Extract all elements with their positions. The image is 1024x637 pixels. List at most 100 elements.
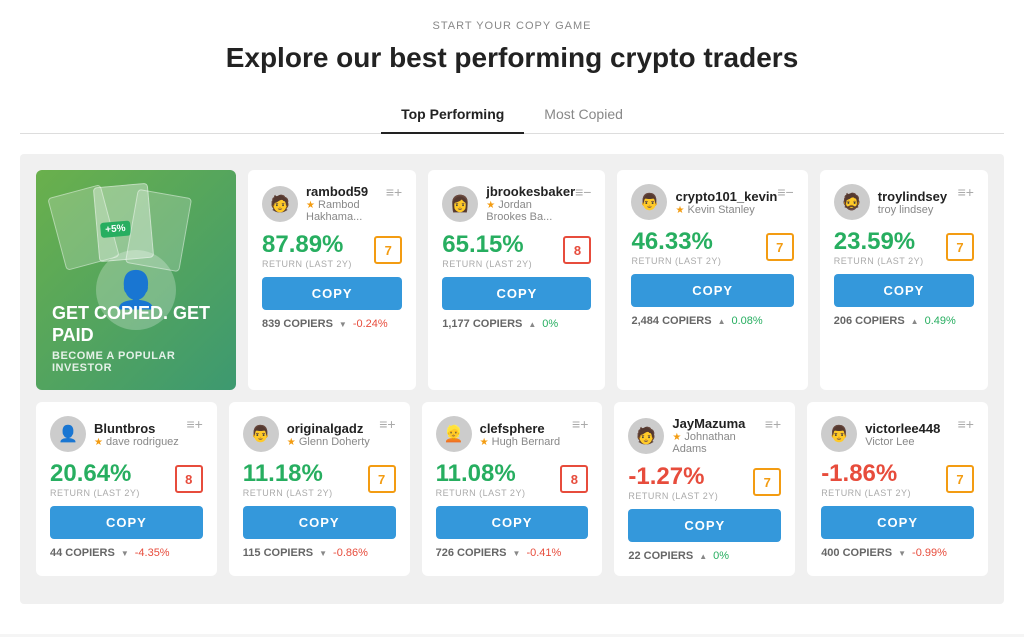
trader-username: originalgadz [287, 421, 370, 436]
avatar: 👨 [821, 416, 857, 452]
trader-card: 👤 Bluntbros ★ dave rodriguez ≡+ 20. [36, 402, 217, 576]
trader-username: troylindsey [878, 189, 947, 204]
risk-badge: 8 [560, 465, 588, 493]
trader-card: 👨 crypto101_kevin ★ Kevin Stanley ≡− [617, 170, 807, 390]
star-icon: ★ [287, 437, 296, 448]
copiers-row: 2,484 COPIERS 0.08% [631, 315, 793, 327]
menu-icon[interactable]: ≡+ [958, 416, 974, 432]
copiers-row: 726 COPIERS -0.41% [436, 547, 589, 559]
copiers-row: 1,177 COPIERS 0% [442, 318, 591, 330]
copy-button[interactable]: COPY [628, 509, 781, 542]
return-value: 65.15% [442, 231, 532, 259]
copiers-row: 400 COPIERS -0.99% [821, 547, 974, 559]
trader-card: 🧑 rambod59 ★ Rambod Hakhama... ≡+ 8 [248, 170, 416, 390]
tab-bar: Top Performing Most Copied [20, 96, 1004, 134]
trader-fullname: ★ Hugh Bernard [480, 436, 561, 448]
risk-badge: 7 [368, 465, 396, 493]
trader-card: 🧑 JayMazuma ★ Johnathan Adams ≡+ -1 [614, 402, 795, 576]
avatar: 🧔 [834, 184, 870, 220]
risk-badge: 7 [766, 233, 794, 261]
avatar: 🧑 [262, 186, 298, 222]
traders-row-2: 👤 Bluntbros ★ dave rodriguez ≡+ 20. [36, 402, 988, 576]
menu-icon[interactable]: ≡+ [379, 416, 395, 432]
traders-row-1: +5% 👤 GET COPIED. GET PAID BECOME A POPU… [36, 170, 988, 390]
avatar: 👤 [50, 416, 86, 452]
return-value: 87.89% [262, 231, 352, 259]
trader-fullname: ★ Jordan Brookes Ba... [486, 199, 575, 223]
risk-badge: 8 [563, 236, 591, 264]
copiers-row: 206 COPIERS 0.49% [834, 315, 974, 327]
copy-button[interactable]: COPY [442, 277, 591, 310]
copy-button[interactable]: COPY [821, 506, 974, 539]
copy-button[interactable]: COPY [834, 274, 974, 307]
copy-button[interactable]: COPY [262, 277, 402, 310]
trader-card: 🧔 troylindsey troy lindsey ≡+ 23.59% RE [820, 170, 988, 390]
down-arrow-icon [319, 547, 327, 559]
menu-icon[interactable]: ≡− [575, 184, 591, 200]
avatar: 👩 [442, 186, 478, 222]
star-icon: ★ [672, 432, 681, 443]
menu-icon[interactable]: ≡+ [572, 416, 588, 432]
trader-card: 👨 victorlee448 Victor Lee ≡+ -1.86% RET [807, 402, 988, 576]
menu-icon[interactable]: ≡+ [186, 416, 202, 432]
trader-fullname: troy lindsey [878, 204, 947, 216]
return-value: 20.64% [50, 460, 140, 488]
up-arrow-icon [528, 318, 536, 330]
risk-badge: 7 [753, 468, 781, 496]
risk-badge: 8 [175, 465, 203, 493]
copiers-row: 115 COPIERS -0.86% [243, 547, 396, 559]
avatar: 👨 [631, 184, 667, 220]
avatar: 👨 [243, 416, 279, 452]
trader-card: 👨 originalgadz ★ Glenn Doherty ≡+ 1 [229, 402, 410, 576]
tab-most-copied[interactable]: Most Copied [524, 96, 643, 134]
star-icon: ★ [480, 437, 489, 448]
copy-button[interactable]: COPY [243, 506, 396, 539]
risk-badge: 7 [946, 233, 974, 261]
promo-subtitle: BECOME A POPULAR INVESTOR [52, 350, 220, 374]
trader-fullname: ★ Rambod Hakhama... [306, 199, 386, 223]
down-arrow-icon [513, 547, 521, 559]
trader-fullname: ★ Glenn Doherty [287, 436, 370, 448]
traders-grid: +5% 👤 GET COPIED. GET PAID BECOME A POPU… [20, 154, 1004, 604]
copy-button[interactable]: COPY [631, 274, 793, 307]
menu-icon[interactable]: ≡+ [958, 184, 974, 200]
page-header: START YOUR COPY GAME Explore our best pe… [20, 20, 1004, 76]
copiers-row: 22 COPIERS 0% [628, 550, 781, 562]
copy-button[interactable]: COPY [436, 506, 589, 539]
promo-card: +5% 👤 GET COPIED. GET PAID BECOME A POPU… [36, 170, 236, 390]
up-arrow-icon [911, 315, 919, 327]
trader-username: JayMazuma [672, 416, 764, 431]
tab-top-performing[interactable]: Top Performing [381, 96, 524, 134]
risk-badge: 7 [374, 236, 402, 264]
star-icon: ★ [94, 437, 103, 448]
trader-username: jbrookesbaker [486, 184, 575, 199]
trader-username: victorlee448 [865, 421, 940, 436]
return-value: -1.86% [821, 460, 911, 488]
trader-card: 👱 clefsphere ★ Hugh Bernard ≡+ 11.0 [422, 402, 603, 576]
up-arrow-icon [699, 550, 707, 562]
avatar: 👱 [436, 416, 472, 452]
down-arrow-icon [121, 547, 129, 559]
menu-icon[interactable]: ≡− [777, 184, 793, 200]
down-arrow-icon [898, 547, 906, 559]
menu-icon[interactable]: ≡+ [386, 184, 402, 200]
start-label: START YOUR COPY GAME [20, 20, 1004, 32]
star-icon: ★ [675, 205, 684, 216]
trader-username: rambod59 [306, 184, 386, 199]
page-title: Explore our best performing crypto trade… [20, 40, 1004, 76]
copiers-row: 44 COPIERS -4.35% [50, 547, 203, 559]
avatar: 🧑 [628, 418, 664, 454]
trader-card: 👩 jbrookesbaker ★ Jordan Brookes Ba... ≡… [428, 170, 605, 390]
trader-username: crypto101_kevin [675, 189, 777, 204]
star-icon: ★ [306, 200, 315, 211]
star-icon: ★ [486, 200, 495, 211]
promo-title: GET COPIED. GET PAID [52, 303, 220, 346]
trader-fullname: ★ dave rodriguez [94, 436, 179, 448]
return-value: 23.59% [834, 228, 924, 256]
trader-username: Bluntbros [94, 421, 179, 436]
trader-fullname: ★ Kevin Stanley [675, 204, 777, 216]
copiers-row: 839 COPIERS -0.24% [262, 318, 402, 330]
risk-badge: 7 [946, 465, 974, 493]
menu-icon[interactable]: ≡+ [765, 416, 781, 432]
copy-button[interactable]: COPY [50, 506, 203, 539]
